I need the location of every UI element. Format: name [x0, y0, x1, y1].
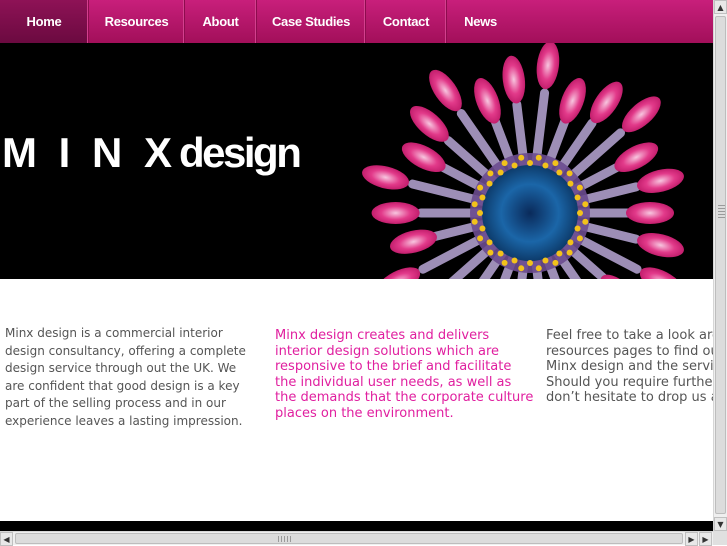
scroll-right-icon[interactable]: ▶ — [699, 532, 712, 546]
horizontal-scrollbar[interactable]: ◀ ▶ ▶ — [0, 531, 713, 546]
nav-case-studies[interactable]: Case Studies — [257, 0, 366, 43]
nav-about[interactable]: About — [185, 0, 257, 43]
resources-line: Should you require further — [546, 374, 713, 390]
logo-minx: M I N X — [2, 129, 178, 176]
nav-resources[interactable]: Resources — [89, 0, 185, 43]
scroll-down-icon[interactable]: ▼ — [714, 517, 727, 531]
nav-news[interactable]: News — [447, 0, 514, 43]
solutions-text: Minx design creates and delivers interio… — [275, 328, 534, 421]
grip-icon — [718, 205, 725, 219]
site-logo[interactable]: M I N Xdesign — [2, 129, 302, 177]
hero-banner: M I N Xdesign — [0, 43, 713, 279]
page-viewport: Home Resources About Case Studies Contac… — [0, 0, 713, 531]
flower-image — [362, 43, 684, 279]
scroll-left-icon[interactable]: ◀ — [0, 532, 13, 546]
resources-line: resources pages to find ou — [546, 343, 713, 359]
scroll-up-icon[interactable]: ▲ — [714, 0, 727, 14]
resources-column: Feel free to take a look aro resources p… — [546, 328, 713, 406]
intro-text: Minx design is a commercial interior des… — [5, 326, 246, 428]
resources-line: Feel free to take a look aro — [546, 328, 713, 343]
solutions-column: Minx design creates and delivers interio… — [275, 328, 535, 421]
nav-contact[interactable]: Contact — [366, 0, 447, 43]
footer-bar — [0, 521, 713, 531]
intro-column: Minx design is a commercial interior des… — [5, 325, 255, 430]
vertical-scrollbar[interactable]: ▲ ▼ — [713, 0, 727, 531]
nav-home[interactable]: Home — [0, 0, 89, 43]
resources-line: don’t hesitate to drop us a — [546, 390, 713, 405]
scrollbar-corner — [713, 531, 727, 545]
resources-line: Minx design and the servic — [546, 359, 713, 374]
horizontal-scroll-thumb[interactable] — [15, 533, 683, 544]
main-nav: Home Resources About Case Studies Contac… — [0, 0, 713, 43]
vertical-scroll-thumb[interactable] — [715, 16, 726, 514]
scroll-right-icon[interactable]: ▶ — [685, 532, 698, 546]
grip-icon — [278, 536, 292, 542]
